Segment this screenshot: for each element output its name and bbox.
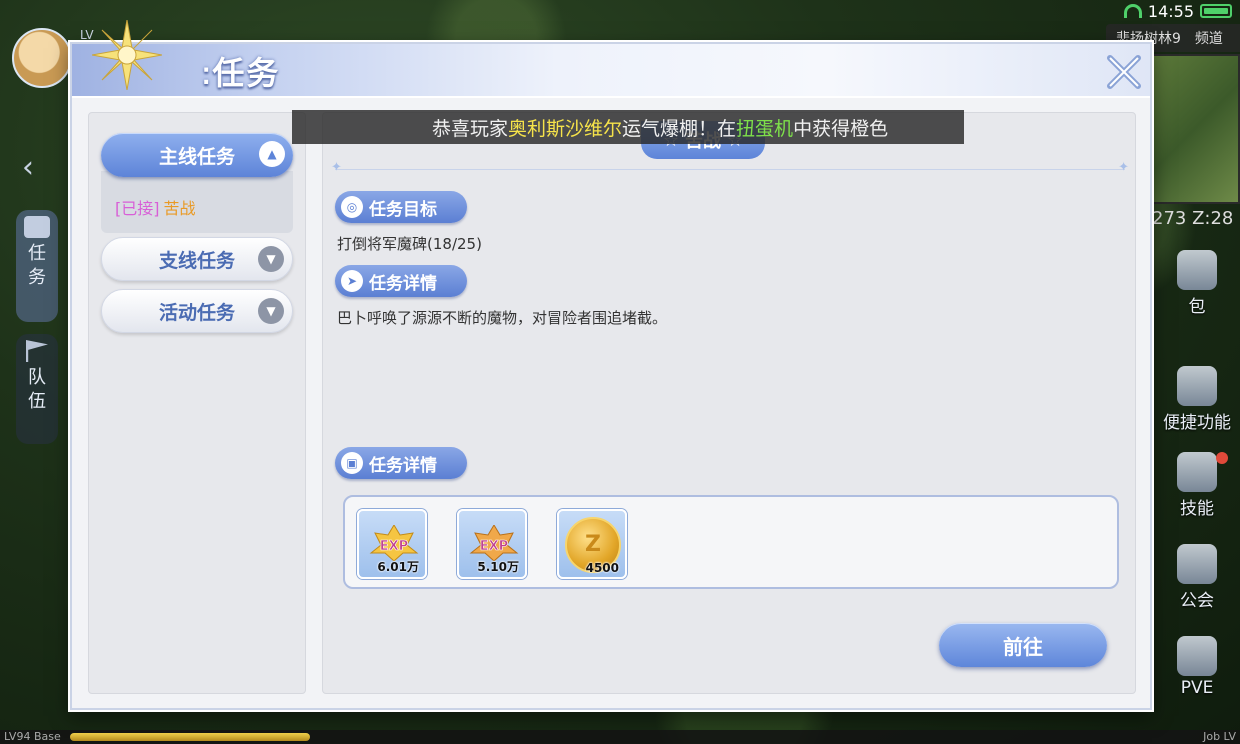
close-icon[interactable] [1104,52,1144,92]
chevron-up-icon: ▲ [259,141,285,167]
tab-side-quest[interactable]: 支线任务 ▼ [101,237,293,281]
status-bar: 14:55 [1100,0,1240,22]
reward-item-base-exp[interactable]: EXP 6.01万 [357,509,427,579]
guild-icon [1177,544,1217,584]
wifi-icon [1123,4,1142,18]
battery-icon [1200,4,1232,18]
detail-title: 任务详情 [369,273,437,294]
pve-icon [1177,636,1217,676]
quest-list-item-name: 苦战 [163,199,196,218]
skill-label: 技能 [1180,499,1214,519]
objective-title: 任务目标 [369,199,437,220]
gift-icon: ▣ [341,452,363,474]
bag-icon [1177,250,1217,290]
chevron-down-icon: ▼ [258,246,284,272]
broadcast-text: 中获得橙色 [793,117,889,140]
broadcast-banner: 恭喜玩家 奥利斯沙维尔 运气爆棚！在 扭蛋机 中获得橙色 [292,110,964,144]
tab-main-quest[interactable]: 主线任务 ▲ [101,133,293,177]
clock: 14:55 [1147,1,1194,21]
coordinates: 273 Z:28 [1152,208,1234,229]
exp-icon: EXP [469,525,519,561]
tab-side-quest-label: 支线任务 [158,249,235,272]
sun-emblem-icon [92,20,162,90]
accepted-tag: [已接] [115,199,160,218]
svg-text:EXP: EXP [480,539,508,554]
tab-main-quest-label: 主线任务 [158,145,235,168]
exp-bar: LV94 Base Job LV [0,730,1240,744]
dialog-header: ⁚任务 [72,20,1150,98]
broadcast-text: 恭喜玩家 [432,117,509,140]
reward-list: EXP 6.01万 EXP 5.10万 Z 4500 [343,495,1119,589]
reward-item-zeny[interactable]: Z 4500 [557,509,627,579]
exp-icon: EXP [369,525,419,561]
reward-qty: 4500 [585,561,619,575]
job-level-label: Job LV [1203,730,1236,743]
detail-header: ➤ 任务详情 [335,265,467,297]
quest-category-panel: 主线任务 ▲ [已接] 苦战 支线任务 ▼ 活动任务 ▼ [88,112,306,694]
bag-label: 包 [1188,297,1206,317]
reward-qty: 5.10万 [477,560,519,574]
broadcast-player-name: 奥利斯沙维尔 [508,117,623,140]
minimap[interactable] [1150,54,1240,204]
scroll-icon [24,216,50,238]
svg-text:EXP: EXP [380,539,408,554]
base-level-label: LV94 Base [4,730,61,743]
skill-icon [1177,452,1217,492]
send-icon: ➤ [341,270,363,292]
shortcut-icon [1177,366,1217,406]
avatar[interactable] [12,28,72,88]
flag-icon [26,340,48,362]
target-icon: ◎ [341,196,363,218]
guild-button[interactable]: 公会 [1160,544,1234,611]
sidebar-tab-quest[interactable]: 任务 [16,210,58,322]
reward-title: 任务详情 [369,455,437,476]
broadcast-machine-name: 扭蛋机 [736,117,794,140]
quest-detail-panel: ☆ 苦战 ☆ ◎ 任务目标 打倒将军魔碑(18/25) ➤ 任务详情 巴卜呼唤了… [322,112,1136,694]
chevron-down-icon: ▼ [258,298,284,324]
shortcut-label: 便捷功能 [1163,413,1231,433]
reward-item-job-exp[interactable]: EXP 5.10万 [457,509,527,579]
sidebar-tab-team[interactable]: 队伍 [16,334,58,444]
detail-text: 巴卜呼唤了源源不断的魔物，对冒险者围追堵截。 [337,309,668,327]
tab-event-quest-label: 活动任务 [158,301,235,324]
pve-label: PVE [1180,678,1214,698]
reward-qty: 6.01万 [377,560,419,574]
tab-event-quest[interactable]: 活动任务 ▼ [101,289,293,333]
sidebar-tab-quest-label: 任务 [28,243,46,288]
chevron-left-icon[interactable]: ‹ [22,150,34,185]
quest-list-item[interactable]: [已接] 苦战 [115,195,196,219]
sidebar-tab-team-label: 队伍 [28,367,46,412]
divider [331,160,1129,175]
exp-bar-fill [70,733,310,741]
pve-button[interactable]: PVE [1160,636,1234,698]
shortcut-button[interactable]: 便捷功能 [1160,366,1234,433]
objective-header: ◎ 任务目标 [335,191,467,223]
guild-label: 公会 [1180,591,1214,611]
broadcast-text: 运气爆棚！在 [622,117,737,140]
objective-text: 打倒将军魔碑(18/25) [337,235,482,253]
bag-button[interactable]: 包 [1160,250,1234,317]
channel-label: 频道 [1194,31,1223,47]
reward-header: ▣ 任务详情 [335,447,467,479]
go-button[interactable]: 前往 [939,623,1107,667]
dialog-title: ⁚任务 [202,54,281,92]
notification-dot [1216,452,1228,464]
